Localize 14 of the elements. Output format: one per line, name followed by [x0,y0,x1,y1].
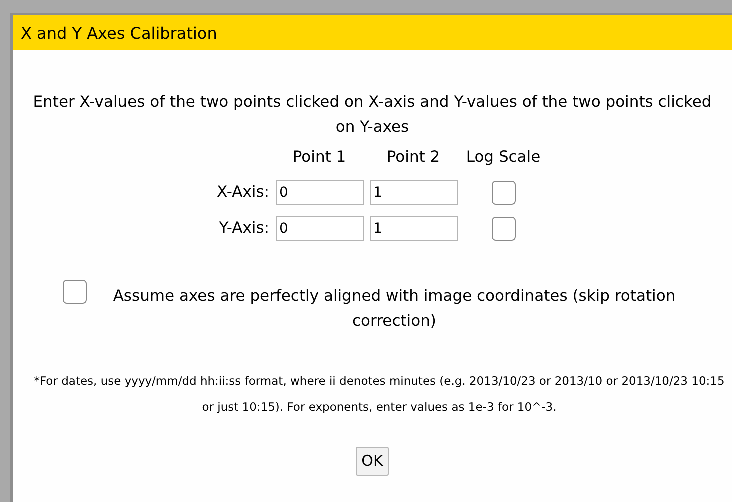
column-header: Point 2 [386,147,442,168]
skip-rotation-label: Assume axes are perfectly aligned with image coordinates (skip rotation correction) [112,286,677,332]
dialog-title: X and Y Axes Calibration [13,15,732,50]
point-input[interactable]: 0 [276,216,364,242]
column-header: Log Scale [465,147,542,168]
ok-button[interactable]: OK [356,447,390,476]
axis-label: Y-Axis: [218,218,270,240]
point-input[interactable]: 1 [370,216,458,242]
point-input[interactable]: 0 [276,180,364,206]
point-input[interactable]: 1 [370,180,458,206]
column-header: Point 1 [292,147,348,168]
instructions-text: Enter X-values of the two points clicked on X-axis and Y-values of the two points clicked on Y-axes [32,92,713,138]
axis-label: X-Axis: [216,182,270,204]
note-text: *For dates, use yyyy/mm/dd hh:ii:ss format, where ii denotes minutes (e.g. 2013/10/23 or 2013/10 or 2013/10/23 10:15 or just 10:15). For exponents, enter values as 1e-3 for 10^-3. [33,373,726,416]
